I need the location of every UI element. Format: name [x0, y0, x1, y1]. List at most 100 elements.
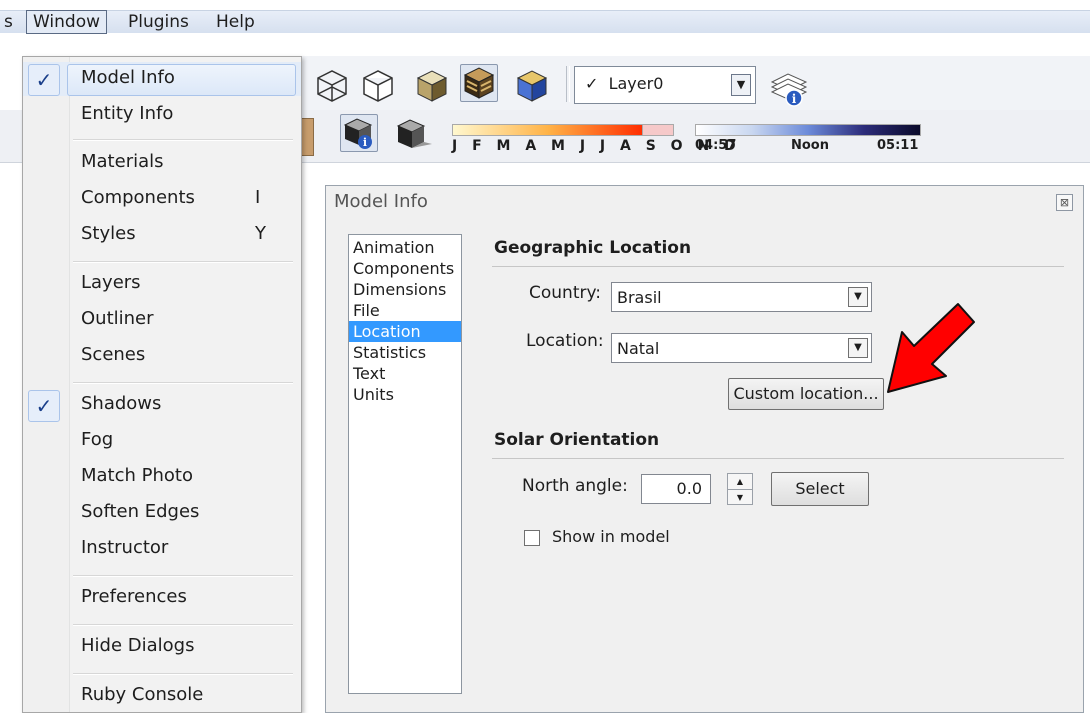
dialog-title: Model Info — [334, 191, 428, 212]
menu-item-ruby-console[interactable]: Ruby Console — [23, 679, 301, 713]
nav-item-components[interactable]: Components — [349, 258, 461, 279]
north-angle-stepper[interactable]: ▲ ▼ — [727, 473, 753, 505]
menu-item-shadows[interactable]: ✓ Shadows — [23, 388, 301, 422]
layer-dropdown[interactable]: ✓ Layer0 ▼ — [574, 66, 756, 104]
menu-separator — [73, 382, 293, 384]
stepper-up-icon[interactable]: ▲ — [728, 474, 752, 489]
menu-item-hide-dialogs[interactable]: Hide Dialogs — [23, 630, 301, 664]
nav-item-dimensions[interactable]: Dimensions — [349, 279, 461, 300]
solar-orientation-title: Solar Orientation — [494, 430, 660, 450]
red-arrow-icon — [887, 303, 975, 393]
menu-item-soften-edges[interactable]: Soften Edges — [23, 496, 301, 530]
shaded-texture-button[interactable] — [460, 64, 498, 102]
svg-text:i: i — [792, 92, 797, 106]
menu-item-label: Match Photo — [81, 465, 193, 486]
menu-item-label: Ruby Console — [81, 684, 204, 705]
time-start: 04:57 — [695, 138, 737, 153]
toolbar-edge-swatch — [300, 118, 314, 156]
display-shadows-icon[interactable] — [394, 116, 434, 154]
geographic-location-title: Geographic Location — [494, 238, 692, 258]
month-gradient — [452, 124, 644, 136]
menu-bar: s Window Plugins Help — [0, 10, 1090, 34]
time-end: 05:11 — [877, 138, 919, 153]
month-slider[interactable]: J F M A M J J A S O N D — [452, 124, 736, 158]
chevron-down-icon[interactable]: ▼ — [848, 338, 868, 358]
menu-item-fog[interactable]: Fog — [23, 424, 301, 458]
country-value: Brasil — [617, 288, 662, 307]
menu-item-label: Scenes — [81, 344, 146, 365]
checkmark-icon: ✓ — [28, 64, 60, 96]
section-divider — [492, 266, 1064, 267]
menu-item-entity-info[interactable]: Entity Info — [23, 98, 301, 132]
select-button[interactable]: Select — [771, 472, 869, 506]
nav-item-file[interactable]: File — [349, 300, 461, 321]
shadow-info-icon: i — [343, 118, 373, 149]
menu-help[interactable]: Help — [210, 11, 261, 33]
layer-name: Layer0 — [608, 74, 664, 93]
nav-item-units[interactable]: Units — [349, 384, 461, 405]
nav-item-location[interactable]: Location — [349, 321, 461, 342]
shadow-settings-button[interactable]: i — [340, 114, 378, 152]
menu-item-match-photo[interactable]: Match Photo — [23, 460, 301, 494]
country-label: Country: — [529, 283, 602, 303]
chevron-down-icon[interactable]: ▼ — [731, 74, 751, 96]
menu-separator — [73, 575, 293, 577]
menu-item-model-info[interactable]: ✓ Model Info — [23, 62, 301, 96]
nav-item-text[interactable]: Text — [349, 363, 461, 384]
checkmark-icon: ✓ — [28, 390, 60, 422]
layer-manager-icon[interactable]: i — [766, 64, 812, 110]
menu-separator — [73, 624, 293, 626]
menu-item-scenes[interactable]: Scenes — [23, 339, 301, 373]
menu-item-label: Outliner — [81, 308, 154, 329]
menu-item-label: Hide Dialogs — [81, 635, 195, 656]
model-info-dialog: Model Info ⊠ Animation Components Dimens… — [325, 185, 1084, 713]
window-menu: ✓ Model Info Entity Info Materials Compo… — [22, 56, 302, 713]
country-select[interactable]: Brasil ▼ — [611, 282, 872, 312]
chevron-down-icon[interactable]: ▼ — [848, 287, 868, 307]
menu-separator — [73, 261, 293, 263]
nav-item-statistics[interactable]: Statistics — [349, 342, 461, 363]
menu-item-label: Shadows — [81, 393, 162, 414]
nav-item-animation[interactable]: Animation — [349, 237, 461, 258]
menu-item-label: Materials — [81, 151, 164, 172]
menu-plugins[interactable]: Plugins — [122, 11, 195, 33]
textured-cube-icon — [463, 67, 495, 99]
location-label: Location: — [526, 331, 604, 351]
time-gradient — [695, 124, 921, 136]
menu-window[interactable]: Window — [26, 10, 108, 34]
dialog-title-bar[interactable]: Model Info ⊠ — [326, 186, 1083, 218]
show-in-model-label: Show in model — [552, 527, 670, 546]
menu-partial-item[interactable]: s — [0, 11, 19, 33]
menu-item-label: Layers — [81, 272, 141, 293]
custom-location-button[interactable]: Custom location... — [728, 378, 884, 410]
menu-item-label: Entity Info — [81, 103, 174, 124]
menu-item-label: Preferences — [81, 586, 187, 607]
show-in-model-checkbox[interactable] — [524, 530, 540, 546]
menu-separator — [73, 673, 293, 675]
xray-cube-icon[interactable] — [312, 66, 352, 104]
menu-item-layers[interactable]: Layers — [23, 267, 301, 301]
monochrome-cube-icon[interactable] — [512, 66, 552, 104]
menu-item-instructor[interactable]: Instructor — [23, 532, 301, 566]
menu-item-shortcut: Y — [255, 223, 266, 244]
north-angle-input[interactable]: 0.0 — [641, 474, 711, 504]
toolbar-divider — [566, 66, 570, 102]
time-noon: Noon — [791, 138, 829, 153]
menu-item-label: Components — [81, 187, 195, 208]
menu-item-components[interactable]: Components I — [23, 182, 301, 216]
time-slider[interactable]: 04:57 Noon 05:11 — [695, 124, 925, 158]
menu-item-materials[interactable]: Materials — [23, 146, 301, 180]
menu-item-preferences[interactable]: Preferences — [23, 581, 301, 615]
layer-check: ✓ — [585, 74, 599, 93]
toolbar-stub — [0, 110, 22, 162]
location-select[interactable]: Natal ▼ — [611, 333, 872, 363]
svg-text:i: i — [363, 136, 367, 149]
menu-item-label: Styles — [81, 223, 136, 244]
close-icon[interactable]: ⊠ — [1056, 194, 1073, 211]
menu-item-outliner[interactable]: Outliner — [23, 303, 301, 337]
wireframe-cube-icon[interactable] — [358, 66, 398, 104]
stepper-down-icon[interactable]: ▼ — [728, 489, 752, 505]
menu-item-styles[interactable]: Styles Y — [23, 218, 301, 252]
location-value: Natal — [617, 339, 660, 358]
hidden-line-cube-icon[interactable] — [412, 66, 452, 104]
